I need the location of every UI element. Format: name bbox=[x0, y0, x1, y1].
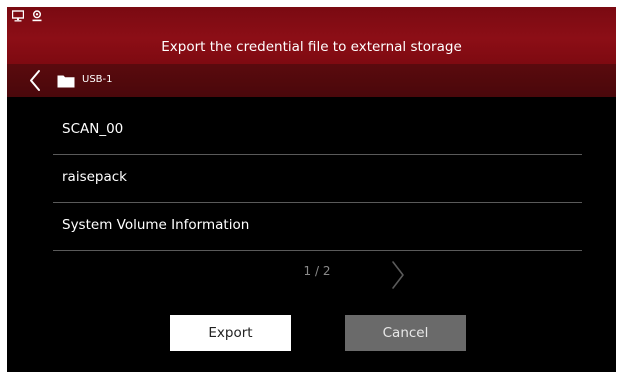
path-bar: USB-1 bbox=[7, 64, 616, 97]
user-icon bbox=[32, 10, 42, 22]
export-button[interactable]: Export bbox=[170, 315, 291, 351]
next-page-button[interactable] bbox=[388, 260, 408, 290]
file-name: raisepack bbox=[62, 169, 127, 185]
screen: Export the credential file to external s… bbox=[0, 0, 623, 372]
file-list-item[interactable]: SCAN_00 bbox=[53, 107, 582, 155]
page-indicator: 1 / 2 bbox=[303, 264, 331, 278]
folder-icon bbox=[57, 75, 75, 88]
file-list-item[interactable]: raisepack bbox=[53, 155, 582, 203]
monitor-icon bbox=[12, 10, 24, 22]
page-title: Export the credential file to external s… bbox=[161, 39, 462, 55]
cancel-button[interactable]: Cancel bbox=[345, 315, 466, 351]
title-bar: Export the credential file to external s… bbox=[7, 7, 616, 64]
file-name: System Volume Information bbox=[62, 217, 250, 233]
file-name: SCAN_00 bbox=[62, 121, 124, 137]
chevron-right-icon bbox=[392, 261, 404, 289]
device-screen: Export the credential file to external s… bbox=[7, 7, 616, 372]
file-list-item[interactable]: System Volume Information bbox=[53, 203, 582, 251]
back-button[interactable] bbox=[25, 64, 47, 97]
file-list: SCAN_00 raisepack System Volume Informat… bbox=[53, 107, 582, 251]
chevron-left-icon bbox=[30, 70, 40, 91]
current-folder-label: USB-1 bbox=[82, 74, 113, 85]
